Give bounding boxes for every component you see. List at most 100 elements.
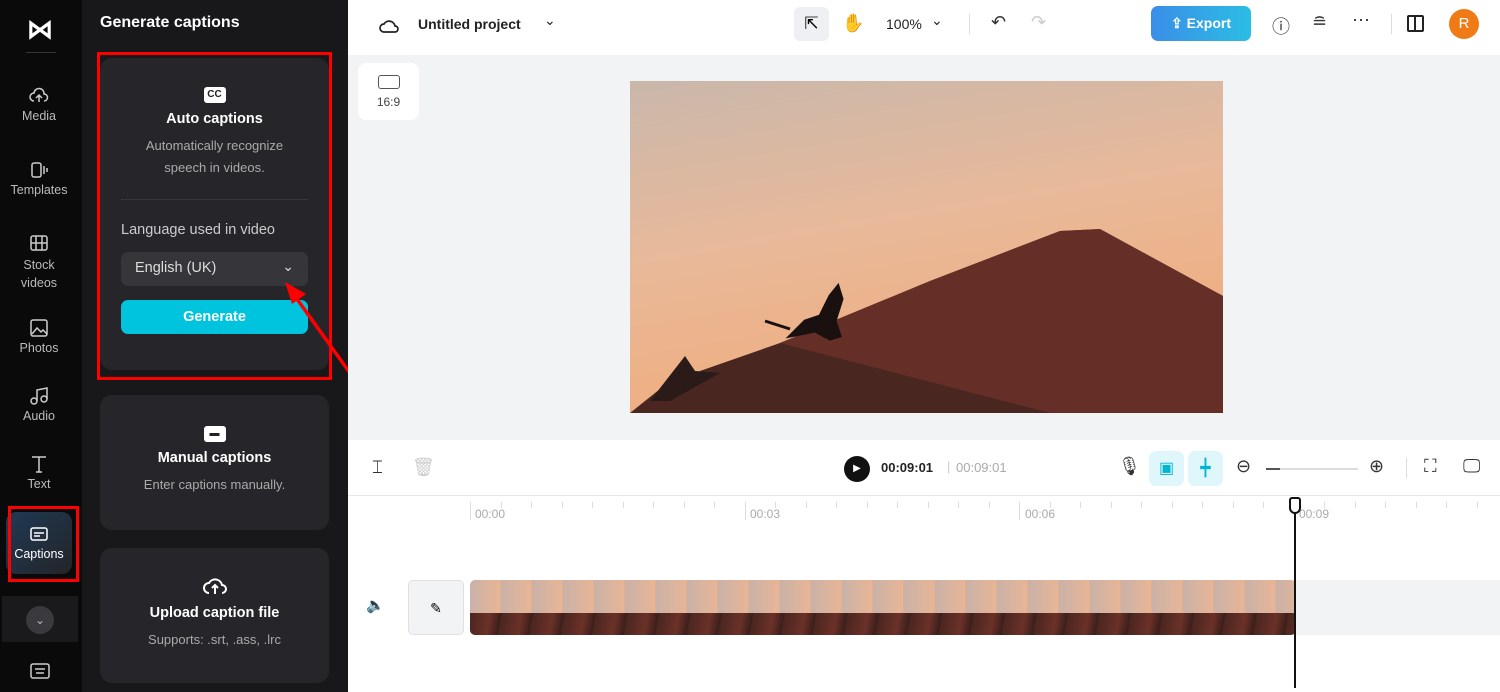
canvas-area: 16:9 [348,55,1500,440]
export-label: Export [1186,15,1231,31]
music-icon [30,387,48,405]
tick-mark [1110,502,1112,508]
current-time: 00:09:01 [881,460,934,475]
tick-mark [805,502,807,508]
tick-mark [622,502,624,508]
video-preview [630,81,1223,413]
split-icon[interactable]: ⌶ [372,457,383,478]
templates-icon [31,162,48,178]
sidebar-item-audio[interactable]: Audio [6,386,72,423]
chevron-down-icon[interactable]: ⌄ [931,12,943,29]
tick-label: 00:06 [1025,507,1056,521]
tick-label: 00:09 [1299,507,1330,521]
play-button[interactable]: ▶ [844,456,870,482]
cloud-upload-icon [202,578,227,594]
sidebar-item-text[interactable]: Text [6,454,72,491]
export-button[interactable]: ⇪ Export [1151,6,1251,41]
tick-mark [561,502,563,508]
manual-captions-title: Manual captions [157,450,272,466]
image-icon [30,319,48,337]
tick-mark [958,502,959,508]
sidebar-item-label: Stock videos [20,258,58,290]
avatar[interactable]: R [1449,9,1479,39]
keyboard-icon[interactable] [30,663,50,679]
chevron-down-icon[interactable]: ⌄ [544,12,556,29]
sidebar-item-photos[interactable]: Photos [6,318,72,355]
delete-icon[interactable]: 🗑 [412,457,435,478]
tick-mark [1232,502,1234,508]
microphone-icon[interactable]: 🎙 [1118,456,1141,477]
panel-title: Generate captions [100,14,240,31]
sidebar: ⋈ Media Templates Stock videos Photos Au… [0,0,82,692]
panel-layout-icon[interactable] [1407,15,1424,32]
zoom-in-icon[interactable]: ⊕ [1369,456,1384,477]
divider [969,14,970,34]
hand-tool-icon[interactable]: ✋ [842,13,864,34]
ratio-icon [377,75,400,89]
caption-lines-icon: ▬ [203,426,226,442]
monitor-icon[interactable]: 🖵 [1463,456,1480,477]
help-icon[interactable]: ⓘ [1272,13,1290,39]
sidebar-item-stock-videos[interactable]: Stock videos [6,233,72,292]
tick-mark [683,502,685,508]
manual-captions-desc: Enter captions manually. [143,477,286,492]
tick-mark [1202,502,1203,508]
manual-captions-card[interactable]: ▬ Manual captions Enter captions manuall… [100,395,329,530]
sidebar-item-media[interactable]: Media [6,86,72,123]
tick-label: 00:03 [750,507,781,521]
edit-cover-icon[interactable]: ✎ [408,580,464,635]
sidebar-item-label: Photos [19,341,59,355]
divider [1391,14,1392,34]
highlight-box [8,506,79,582]
redo-icon[interactable]: ↷ [1031,12,1046,33]
total-time: 00:09:01 [956,460,1007,475]
zoom-out-icon[interactable]: ⊖ [1236,456,1251,477]
tick-mark [988,502,990,508]
zoom-level[interactable]: 100% [886,16,922,32]
tick-mark [866,502,868,508]
playhead-handle[interactable] [1289,497,1301,514]
sidebar-item-label: Media [21,109,57,123]
sidebar-item-label: Text [27,477,51,491]
tick-mark [1171,502,1173,508]
select-tool-icon[interactable]: ⇱ [794,7,829,41]
tick-mark [1019,502,1020,520]
zoom-slider[interactable] [1266,468,1358,470]
sidebar-item-templates[interactable]: Templates [6,160,72,197]
project-name[interactable]: Untitled project [418,16,521,32]
tick-mark [592,502,593,508]
undo-icon[interactable]: ↶ [991,12,1006,33]
chevron-down-icon[interactable]: ⌄ [26,606,54,634]
more-icon[interactable]: ⋯ [1352,10,1370,31]
mute-icon[interactable]: 🔈 [366,596,385,614]
tick-mark [1385,502,1386,508]
tick-mark [653,502,654,508]
tick-mark [1080,502,1081,508]
capcut-logo: ⋈ [27,14,53,44]
upload-caption-card[interactable]: Upload caption file Supports: .srt, .ass… [100,548,329,683]
text-icon [32,456,46,473]
split-scene-icon[interactable]: ┿ [1188,451,1223,486]
upload-icon: ⇪ [1171,15,1187,31]
divider: | [947,459,951,474]
cloud-save-icon[interactable] [378,15,400,35]
tick-mark [714,502,715,508]
video-clip[interactable] [470,580,1296,635]
upload-caption-title: Upload caption file [149,605,280,621]
auto-snap-icon[interactable]: ▣ [1149,451,1184,486]
tick-mark [1263,502,1264,508]
film-icon [30,235,48,251]
tick-mark [1476,502,1478,508]
tick-mark [470,502,471,520]
playhead[interactable] [1294,498,1296,688]
fullscreen-icon[interactable]: ⛶ [1424,456,1437,477]
tick-label: 00:00 [475,507,506,521]
aspect-ratio-button[interactable]: 16:9 [358,63,419,120]
cloud-upload-icon [29,87,49,102]
sidebar-item-label: Audio [23,409,55,423]
layers-icon[interactable]: ≘ [1312,12,1327,33]
tick-mark [531,502,532,508]
tick-mark [897,502,898,508]
top-bar: Untitled project ⌄ ⇱ ✋ 100% ⌄ ↶ ↷ ⇪ Expo… [348,0,1500,55]
tick-mark [1446,502,1447,508]
